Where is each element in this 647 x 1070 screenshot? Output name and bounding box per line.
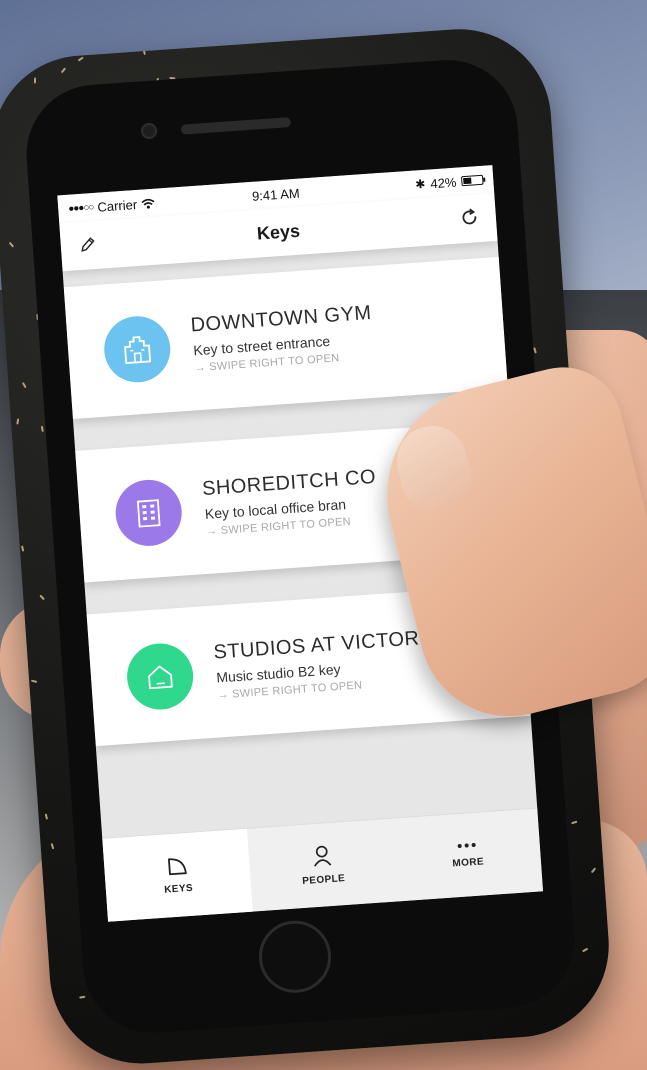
case-speck [60,67,66,74]
status-time: 9:41 AM [251,185,301,204]
arrow-right-icon: → [217,688,233,702]
case-speck [78,996,85,999]
case-speck [534,347,538,354]
more-dots-icon [457,843,476,848]
case-speck [31,679,38,683]
case-speck [534,37,541,40]
case-speck [57,1035,61,1042]
office-icon [113,477,184,549]
key-title: STUDIOS AT VICTORIA [212,625,441,664]
bluetooth-icon: ✱ [414,176,426,192]
case-speck [22,381,27,388]
house-icon [124,641,196,712]
arrow-right-icon: → [205,524,222,538]
building-icon [102,314,173,385]
person-icon [314,845,332,867]
key-title: DOWNTOWN GYM [189,301,373,337]
tab-more[interactable]: MORE [392,808,543,901]
tab-people-label: PEOPLE [301,873,346,888]
battery-percent: 42% [429,174,457,191]
signal-dots-icon: ●●●○○ [67,201,94,215]
key-title: SHOREDITCH CO [201,465,377,501]
case-speck [591,868,597,874]
battery-fill [463,177,472,185]
case-speck [581,947,588,953]
status-right: ✱ 42% [344,172,484,197]
edit-pencil-icon[interactable] [78,235,97,254]
case-speck [44,813,48,820]
case-speck [39,594,45,600]
case-speck [34,77,37,84]
case-speck [571,820,578,824]
page-title: Keys [256,220,301,244]
key-tab-icon [167,858,187,876]
tab-keys[interactable]: KEYS [102,828,254,922]
case-speck [41,425,45,432]
case-speck [9,241,15,247]
tab-people[interactable]: PEOPLE [247,819,398,912]
wifi-icon [141,198,155,209]
status-left: ●●●○○ Carrier [68,192,207,217]
refresh-icon[interactable] [459,207,480,228]
case-speck [51,843,55,850]
battery-icon [460,174,484,187]
tab-keys-label: KEYS [163,882,194,896]
key-card-downtown-gym[interactable]: DOWNTOWN GYM Key to street entrance → SW… [63,256,508,419]
case-speck [143,48,147,55]
case-speck [16,418,20,425]
case-speck [21,545,25,552]
tab-more-label: MORE [452,856,485,870]
case-speck [77,56,84,62]
carrier-label: Carrier [96,196,138,215]
arrow-right-icon: → [194,361,210,375]
